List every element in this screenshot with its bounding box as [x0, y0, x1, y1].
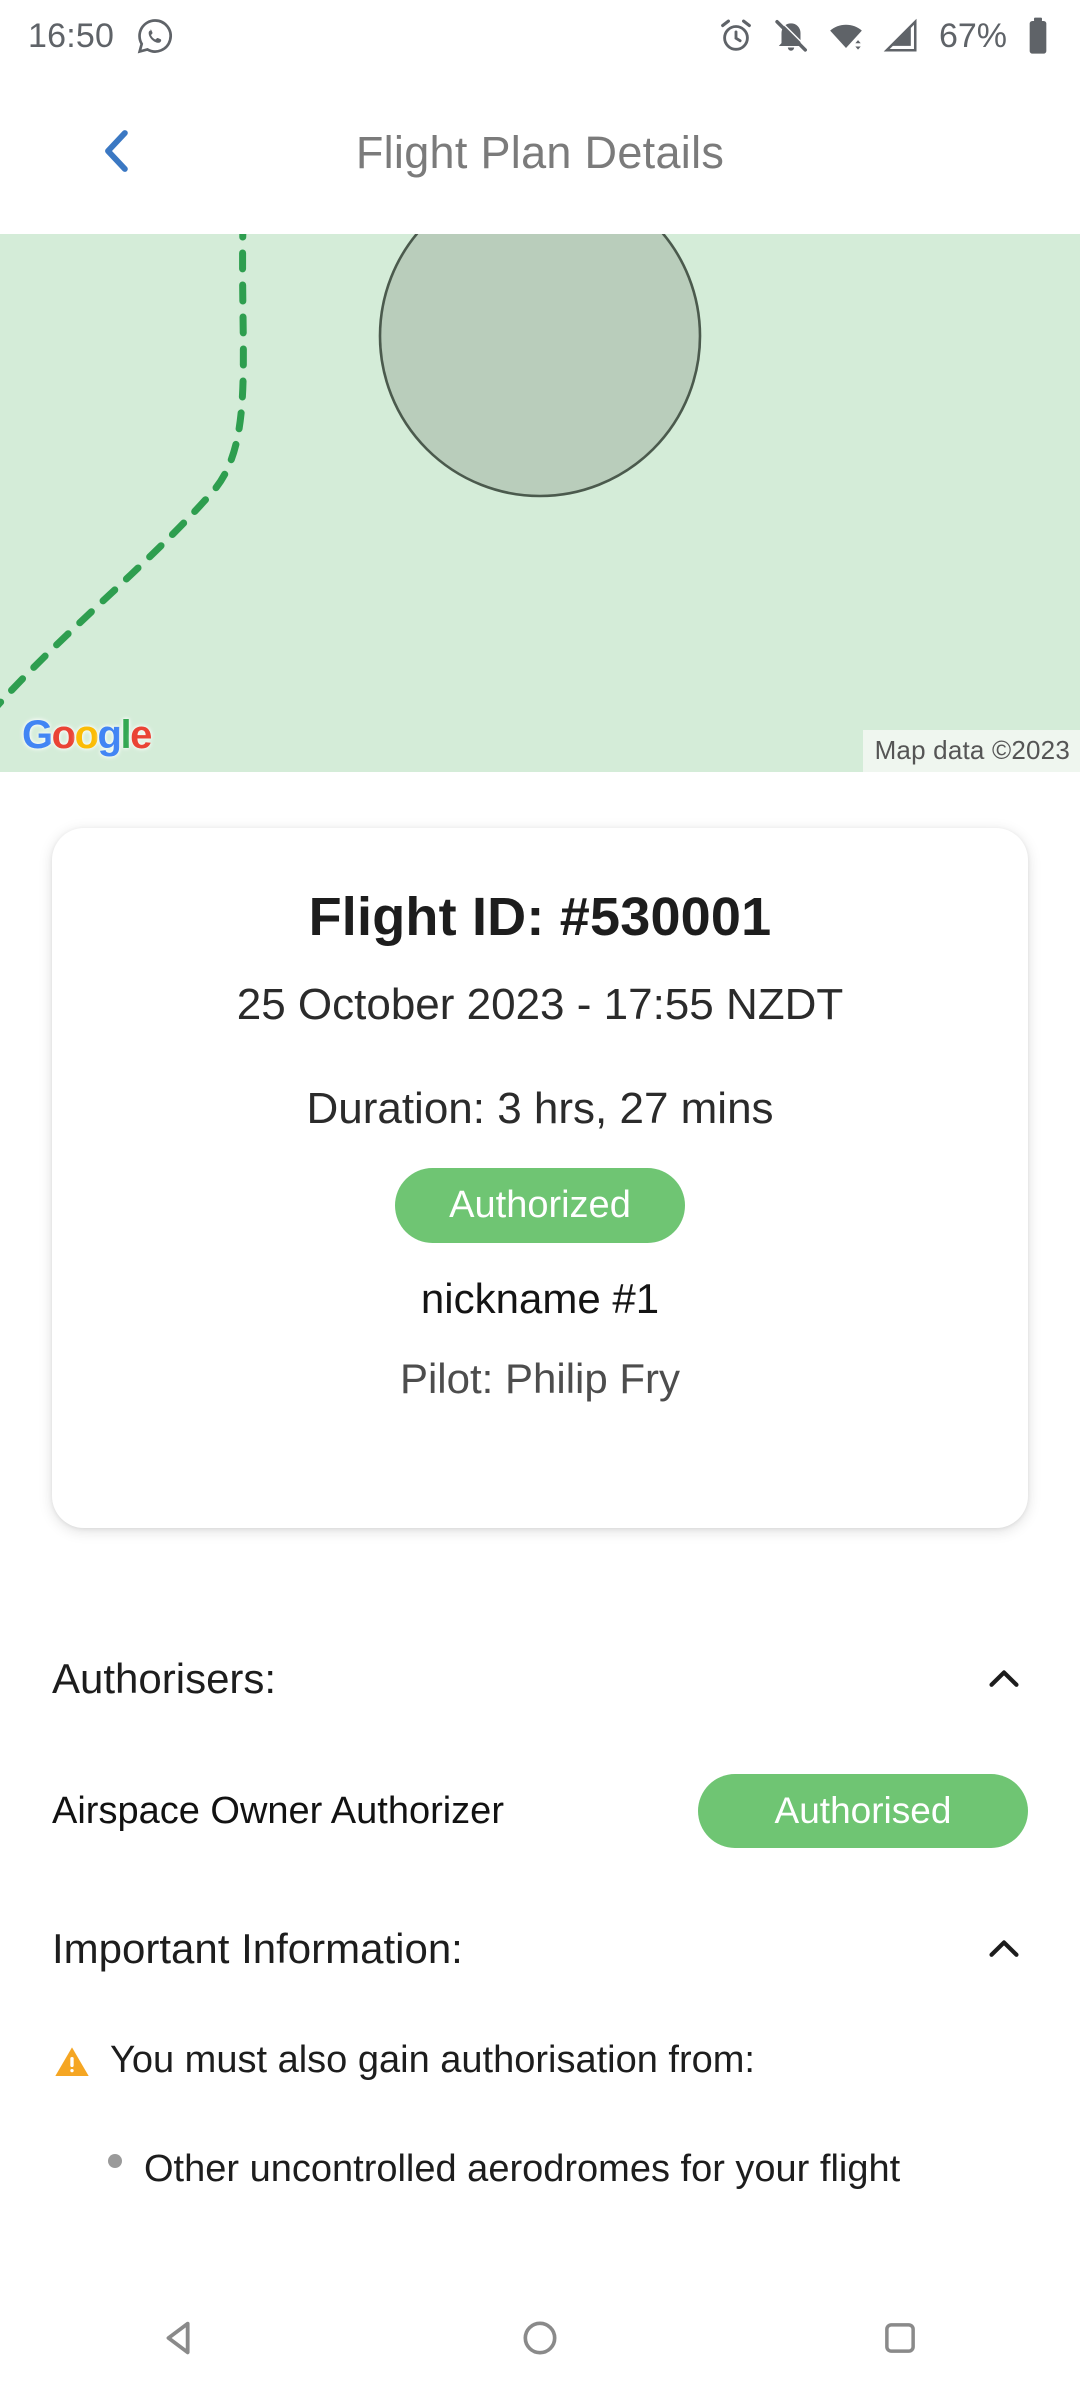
- authorisers-section-header[interactable]: Authorisers:: [52, 1655, 1028, 1703]
- status-bar-left: 16:50: [28, 17, 174, 56]
- back-triangle-icon: [157, 2315, 203, 2366]
- authoriser-name: Airspace Owner Authorizer: [52, 1789, 504, 1832]
- notifications-off-icon: [772, 17, 810, 55]
- flight-pilot: Pilot: Philip Fry: [399, 1355, 681, 1402]
- google-logo-letter: o: [74, 713, 99, 757]
- battery-icon: [1024, 16, 1052, 56]
- important-information-section-header[interactable]: Important Information:: [52, 1925, 1028, 1973]
- status-bar: 16:50 67%: [0, 0, 1080, 72]
- google-logo-letter: g: [97, 713, 122, 757]
- google-logo-letter: G: [22, 713, 53, 757]
- authoriser-status-badge: Authorised: [698, 1774, 1028, 1848]
- authorisers-title: Authorisers:: [52, 1655, 277, 1702]
- bullet-text: Other uncontrolled aerodromes for your f…: [144, 2148, 901, 2190]
- list-item: Other uncontrolled aerodromes for your f…: [108, 2148, 1038, 2191]
- wifi-icon: [827, 17, 865, 55]
- google-logo-letter: l: [120, 713, 131, 757]
- whatsapp-icon: [136, 17, 174, 55]
- flight-id: Flight ID: #530001: [308, 887, 772, 947]
- nav-recents-button[interactable]: [825, 2280, 975, 2400]
- map-canvas: [0, 234, 1080, 772]
- flight-summary-card: Flight ID: #530001 25 October 2023 - 17:…: [52, 828, 1028, 1528]
- chevron-up-icon-authorisers[interactable]: [980, 1655, 1028, 1703]
- warning-text: You must also gain authorisation from:: [110, 2039, 755, 2081]
- status-badge: Authorized: [395, 1168, 685, 1243]
- authoriser-row: Airspace Owner Authorizer Authorised: [52, 1765, 1028, 1857]
- map-attribution: Map data ©2023: [862, 730, 1080, 772]
- recents-square-icon: [879, 2317, 921, 2364]
- flight-datetime: 25 October 2023 - 17:55 NZDT: [236, 980, 844, 1029]
- android-nav-bar: [0, 2280, 1080, 2400]
- bullet-dot-icon: [108, 2153, 122, 2168]
- nav-home-button[interactable]: [465, 2280, 615, 2400]
- nav-back-button[interactable]: [105, 2280, 255, 2400]
- chevron-up-icon-important-information[interactable]: [980, 1925, 1028, 1973]
- google-logo-letter: e: [130, 713, 152, 757]
- phone-screen: 16:50 67% Flight Plan Details Google Map…: [0, 0, 1080, 2400]
- flight-nickname: nickname #1: [420, 1275, 660, 1322]
- flight-map[interactable]: Google Map data ©2023: [0, 234, 1080, 772]
- alarm-icon: [717, 17, 755, 55]
- back-button[interactable]: [62, 98, 172, 208]
- warning-triangle-icon: [52, 2038, 92, 2087]
- battery-percent: 67%: [938, 16, 1007, 55]
- flight-duration: Duration: 3 hrs, 27 mins: [306, 1084, 774, 1133]
- status-time: 16:50: [28, 16, 115, 55]
- app-bar: Flight Plan Details: [0, 72, 1080, 234]
- back-chevron-icon: [90, 124, 144, 183]
- cellular-signal-icon: [882, 17, 920, 55]
- status-bar-right: 67%: [717, 16, 1052, 56]
- home-circle-icon: [518, 2316, 562, 2365]
- google-logo: Google: [22, 713, 152, 758]
- google-logo-letter: o: [51, 713, 76, 757]
- important-information-title: Important Information:: [52, 1925, 463, 1972]
- warning-row: You must also gain authorisation from:: [52, 2038, 1028, 2087]
